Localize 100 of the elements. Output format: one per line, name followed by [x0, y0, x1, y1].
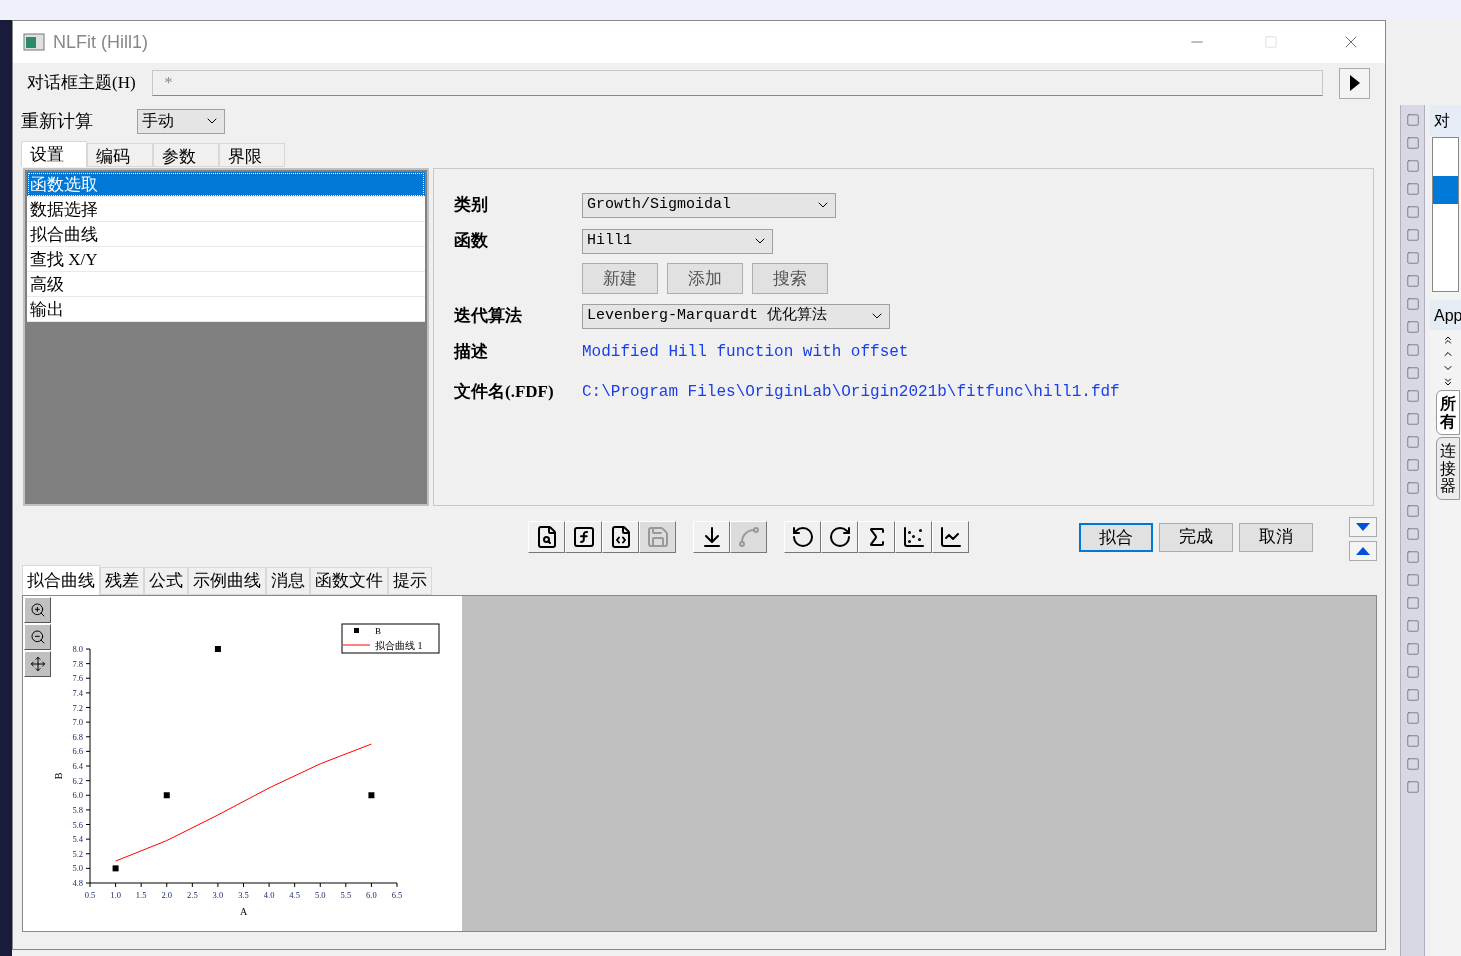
tick-label: 3.5	[238, 890, 249, 900]
scroll-down-button[interactable]	[1349, 517, 1377, 537]
function-select[interactable]: Hill1	[582, 228, 773, 254]
panel-title: App	[1430, 300, 1461, 330]
redo-icon	[827, 525, 852, 549]
layout-tool-icon[interactable]	[1405, 251, 1420, 265]
tab[interactable]: 编码	[87, 143, 153, 167]
nav-item[interactable]: 高级	[27, 272, 425, 297]
data-point	[214, 646, 221, 652]
algorithm-select[interactable]: Levenberg-Marquardt 优化算法	[582, 303, 890, 329]
bottom-arrow-icon[interactable]	[1442, 376, 1454, 388]
tab[interactable]: 参数	[153, 143, 219, 167]
layout-tool-icon[interactable]	[1405, 573, 1420, 587]
undo-icon	[790, 525, 815, 549]
layout-tool-icon[interactable]	[1405, 619, 1420, 633]
layout-tool-icon[interactable]	[1405, 136, 1420, 150]
layout-tool-icon[interactable]	[1405, 343, 1420, 357]
triangle-up-icon	[1356, 547, 1370, 555]
top-arrow-icon[interactable]	[1442, 334, 1454, 346]
layout-tool-icon[interactable]	[1405, 504, 1420, 518]
layout-tool-icon[interactable]	[1405, 435, 1420, 449]
zoom-out-button[interactable]	[24, 624, 51, 650]
action-button[interactable]: 完成	[1159, 522, 1233, 552]
function-search-button[interactable]	[528, 521, 565, 553]
layout-tool-icon[interactable]	[1405, 665, 1420, 679]
nav-item[interactable]: 拟合曲线	[27, 222, 425, 247]
tab[interactable]: 残差	[100, 567, 144, 595]
action-button[interactable]: 取消	[1239, 522, 1313, 552]
tick-label: 0.5	[84, 890, 96, 900]
legend-label: 拟合曲线 1	[375, 640, 423, 651]
layout-tool-icon[interactable]	[1405, 412, 1420, 426]
play-arrow-icon	[1349, 75, 1360, 91]
redo-button[interactable]	[821, 521, 858, 553]
tab[interactable]: 消息	[266, 567, 310, 595]
scatter-button[interactable]	[895, 521, 932, 553]
layout-tool-icon[interactable]	[1405, 711, 1420, 725]
x-axis-title: A	[239, 906, 248, 917]
layout-tool-icon[interactable]	[1405, 389, 1420, 403]
maximize-icon[interactable]	[1264, 35, 1278, 49]
tick-label: 7.6	[72, 673, 83, 684]
tab[interactable]: 设置	[21, 141, 87, 167]
undo-button[interactable]	[784, 521, 821, 553]
tick-label: 2.0	[161, 890, 173, 900]
layout-tool-icon[interactable]	[1405, 550, 1420, 564]
theme-field[interactable]: *	[151, 70, 1323, 96]
sigma-button[interactable]	[858, 521, 895, 553]
layout-tool-icon[interactable]	[1405, 182, 1420, 196]
layout-tool-icon[interactable]	[1405, 481, 1420, 495]
tab[interactable]: 公式	[144, 567, 188, 595]
nav-item[interactable]: 函数选取	[27, 172, 425, 197]
layout-tool-icon[interactable]	[1405, 228, 1420, 242]
tab[interactable]: 界限	[219, 143, 285, 167]
recalc-select[interactable]: 手动	[137, 108, 225, 134]
layout-tool-icon[interactable]	[1405, 596, 1420, 610]
layout-tool-icon[interactable]	[1405, 734, 1420, 748]
file-path-link[interactable]: C:\Program Files\OriginLab\Origin2021b\fitfunc\hill1.fdf	[582, 380, 1120, 404]
tick-label: 5.5	[340, 890, 352, 900]
data-point	[112, 865, 119, 872]
down-arrow-button[interactable]	[693, 521, 730, 553]
function-button[interactable]: 添加	[667, 263, 743, 294]
layout-tool-icon[interactable]	[1405, 366, 1420, 380]
layout-tool-icon[interactable]	[1405, 757, 1420, 771]
tick-label: 6.2	[72, 775, 83, 786]
vertical-tab[interactable]: 所有	[1436, 390, 1460, 436]
function-button[interactable]: 搜索	[752, 263, 828, 294]
layout-tool-icon[interactable]	[1405, 274, 1420, 288]
pan-button[interactable]	[24, 651, 51, 677]
layout-tool-icon[interactable]	[1405, 113, 1420, 127]
layout-tool-icon[interactable]	[1405, 320, 1420, 334]
tick-label: 5.0	[314, 890, 326, 900]
zoom-in-button[interactable]	[24, 597, 51, 623]
layout-tool-icon[interactable]	[1405, 527, 1420, 541]
tab[interactable]: 拟合曲线	[22, 565, 100, 595]
tick-label: 6.4	[72, 761, 83, 771]
tick-label: 6.8	[72, 731, 83, 742]
layout-tool-icon[interactable]	[1405, 458, 1420, 472]
field-label: 函数	[454, 230, 489, 253]
zoom-in-icon	[29, 602, 46, 618]
legend-label: B	[375, 626, 381, 636]
function-button[interactable]: 新建	[582, 263, 658, 294]
field-label: 描述	[454, 341, 489, 364]
tick-label: 6.6	[72, 746, 83, 757]
layout-tool-icon[interactable]	[1405, 159, 1420, 173]
vertical-tab[interactable]: 连接器	[1436, 437, 1460, 500]
line-button[interactable]	[932, 521, 969, 553]
action-button[interactable]: 拟合	[1079, 522, 1153, 552]
layout-tool-icon[interactable]	[1405, 688, 1420, 702]
tab[interactable]: 示例曲线	[188, 567, 266, 595]
category-select[interactable]: Growth/Sigmoidal	[582, 192, 836, 218]
function-file-button[interactable]	[602, 521, 639, 553]
scroll-up-button[interactable]	[1349, 541, 1377, 561]
tab[interactable]: 提示	[388, 567, 432, 595]
layout-tool-icon[interactable]	[1405, 780, 1420, 794]
expand-button[interactable]	[1339, 67, 1370, 99]
tick-label: 1.0	[110, 890, 121, 900]
function-edit-button[interactable]	[565, 521, 602, 553]
layout-tool-icon[interactable]	[1405, 205, 1420, 219]
layout-tool-icon[interactable]	[1405, 297, 1420, 311]
tab[interactable]: 函数文件	[310, 567, 388, 595]
layout-tool-icon[interactable]	[1405, 642, 1420, 656]
